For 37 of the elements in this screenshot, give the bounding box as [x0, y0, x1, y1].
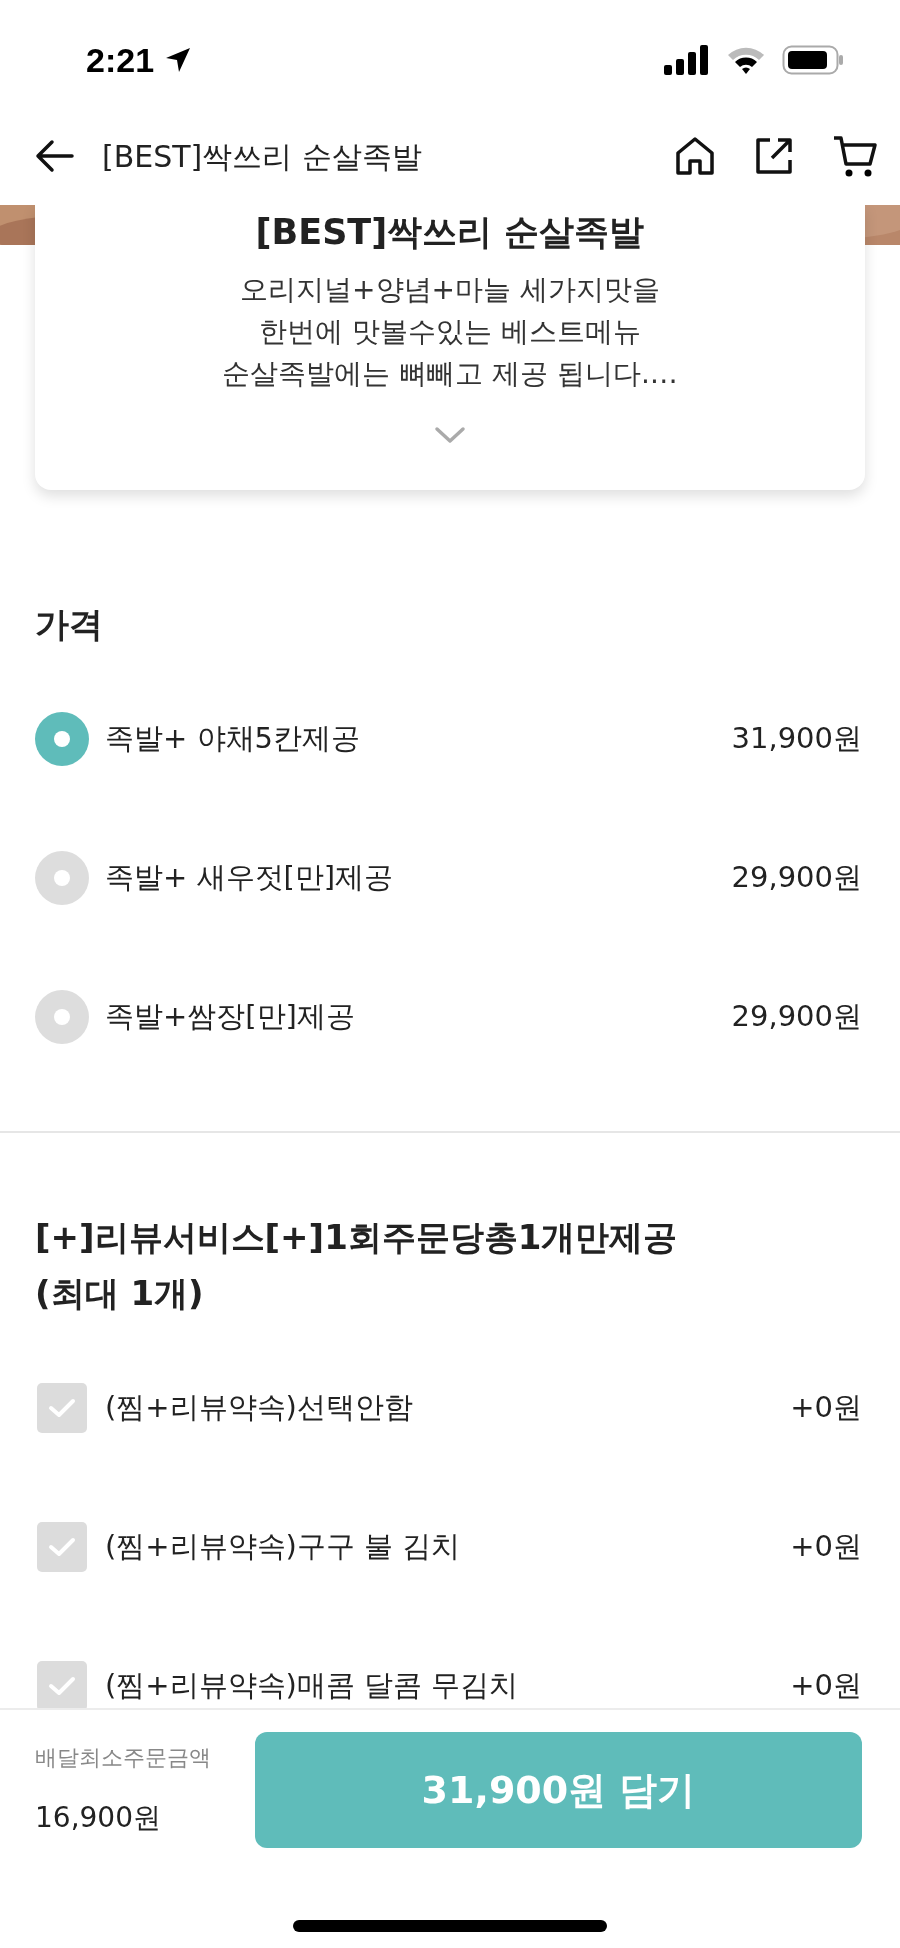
- option-group-title: 가격: [35, 603, 104, 646]
- radio-button[interactable]: [35, 850, 89, 905]
- location-arrow-icon: [164, 46, 193, 74]
- check-icon: [48, 1535, 76, 1558]
- wifi-icon: [726, 45, 766, 75]
- min-order-label: 배달최소주문금액: [35, 1744, 212, 1772]
- option-group-title: [+]리뷰서비스[+]1회주문당총1개만제공: [35, 1216, 679, 1259]
- option-limit: (최대 1개): [35, 1272, 205, 1315]
- description-line: 오리지널+양념+마늘 세가지맛을: [240, 272, 660, 308]
- signal-icon: [664, 45, 710, 75]
- checkbox[interactable]: [37, 1382, 87, 1433]
- option-label: 족발+ 야채5칸제공: [105, 719, 361, 757]
- page-title: [BEST]싹쓰리 순살족발: [102, 138, 423, 176]
- battery-icon: [782, 45, 844, 75]
- radio-button[interactable]: [35, 989, 89, 1044]
- option-label: (찜+리뷰약속)매콤 달콤 무김치: [105, 1666, 520, 1704]
- min-order-amount: 16,900원: [35, 1800, 162, 1836]
- option-price: +0원: [790, 1666, 862, 1704]
- option-price: 29,900원: [731, 858, 862, 896]
- option-label: 족발+쌈장[만]제공: [105, 997, 356, 1035]
- check-icon: [48, 1674, 76, 1697]
- description-line: 순살족발에는 뼈빼고 제공 됩니다.…: [222, 356, 678, 392]
- option-label: 족발+ 새우젓[만]제공: [105, 858, 395, 896]
- option-price: +0원: [790, 1527, 862, 1565]
- description-line: 한번에 맛볼수있는 베스트메뉴: [259, 314, 641, 350]
- option-label: (찜+리뷰약속)선택안함: [105, 1388, 414, 1426]
- checkbox[interactable]: [37, 1521, 87, 1572]
- check-icon: [48, 1396, 76, 1419]
- option-price: +0원: [790, 1388, 862, 1426]
- menu-title: [BEST]싹쓰리 순살족발: [255, 211, 645, 254]
- option-price: 29,900원: [731, 997, 862, 1035]
- radio-button[interactable]: [35, 711, 89, 766]
- status-time: 2:21: [86, 40, 155, 80]
- option-label: (찜+리뷰약속)구구 불 김치: [105, 1527, 462, 1565]
- option-price: 31,900원: [731, 719, 862, 757]
- add-to-cart-button[interactable]: 31,900원 담기: [255, 1732, 862, 1848]
- checkbox[interactable]: [37, 1660, 87, 1708]
